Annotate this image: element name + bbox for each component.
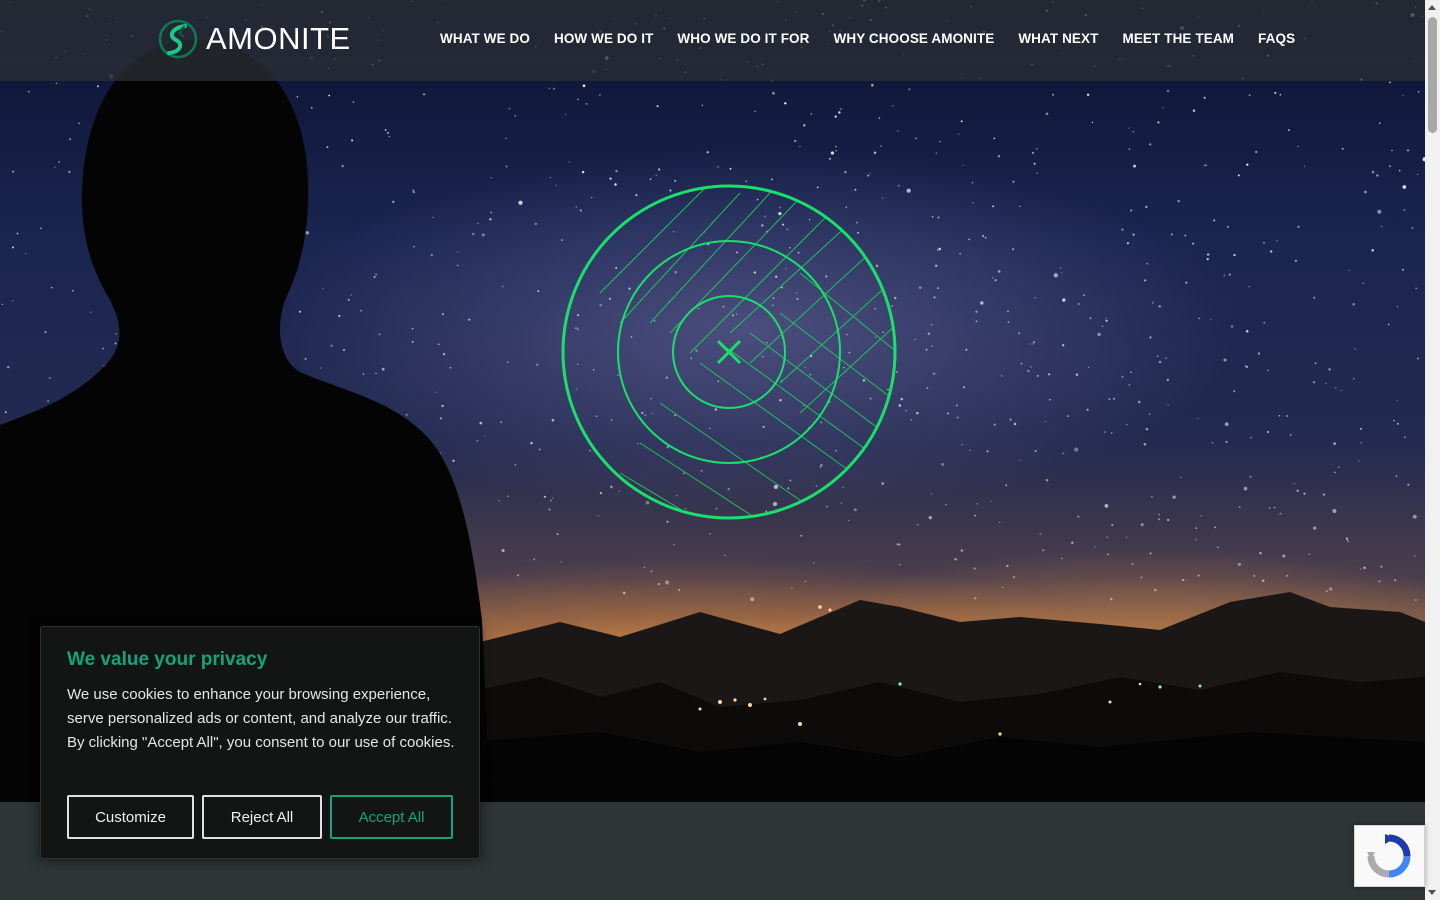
customize-button[interactable]: Customize bbox=[67, 795, 194, 839]
nav-faqs[interactable]: FAQS bbox=[1258, 31, 1295, 46]
nav-what-next[interactable]: WHAT NEXT bbox=[1018, 31, 1098, 46]
cookie-title: We value your privacy bbox=[67, 649, 268, 670]
recaptcha-icon bbox=[1367, 834, 1411, 878]
page-scrollbar[interactable] bbox=[1425, 0, 1440, 900]
scroll-down-icon[interactable] bbox=[1428, 890, 1436, 895]
cookie-description: We use cookies to enhance your browsing … bbox=[67, 686, 455, 751]
nav-meet-the-team[interactable]: MEET THE TEAM bbox=[1122, 31, 1234, 46]
reject-all-button[interactable]: Reject All bbox=[202, 795, 322, 839]
brand-logo[interactable]: AMONITE bbox=[158, 18, 351, 60]
scroll-up-icon[interactable] bbox=[1428, 5, 1436, 10]
brand-name: AMONITE bbox=[206, 21, 351, 56]
nav-who-we-do-it-for[interactable]: WHO WE DO IT FOR bbox=[677, 31, 809, 46]
accept-all-button[interactable]: Accept All bbox=[330, 795, 453, 839]
main-navigation: WHAT WE DO HOW WE DO IT WHO WE DO IT FOR… bbox=[440, 31, 1295, 46]
nav-what-we-do[interactable]: WHAT WE DO bbox=[440, 31, 530, 46]
crosshair-target-icon bbox=[561, 184, 897, 520]
nav-how-we-do-it[interactable]: HOW WE DO IT bbox=[554, 31, 653, 46]
amonite-spiral-logo-icon bbox=[158, 19, 198, 59]
recaptcha-badge[interactable] bbox=[1354, 825, 1425, 887]
cookie-consent-banner: We value your privacy We use cookies to … bbox=[40, 626, 480, 859]
scrollbar-thumb[interactable] bbox=[1428, 17, 1437, 133]
nav-why-choose-amonite[interactable]: WHY CHOOSE AMONITE bbox=[834, 31, 995, 46]
site-header: AMONITE WHAT WE DO HOW WE DO IT WHO WE D… bbox=[0, 0, 1425, 81]
